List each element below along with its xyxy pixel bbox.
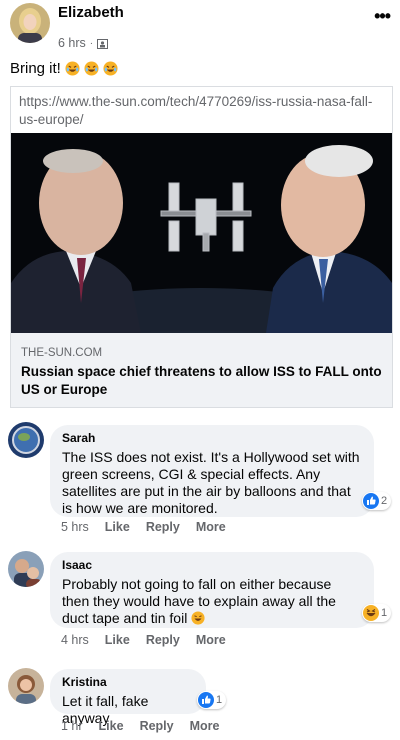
comment-bubble[interactable]: Isaac Probably not going to fall on eith… xyxy=(50,552,374,628)
reaction-badge[interactable]: 2 xyxy=(362,492,392,510)
post-body-text: Bring it! xyxy=(10,60,61,77)
comment-bubble[interactable]: Kristina Let it fall, fake anyway xyxy=(50,669,206,726)
link-preview-card[interactable]: https://www.the-sun.com/tech/4770269/iss… xyxy=(10,86,393,408)
post-meta: 6 hrs · xyxy=(58,36,109,50)
commenter-avatar[interactable] xyxy=(8,668,44,704)
haha-reaction-icon xyxy=(363,605,379,621)
laughing-emoji-icon xyxy=(191,611,206,626)
more-button[interactable]: More xyxy=(196,633,226,647)
commenter-name[interactable]: Sarah xyxy=(62,431,362,445)
like-reaction-icon xyxy=(363,493,379,509)
link-domain: THE-SUN.COM xyxy=(21,347,103,359)
meta-separator: · xyxy=(89,37,94,49)
more-horizontal-icon[interactable]: ••• xyxy=(374,6,391,27)
rofl-emoji-icon xyxy=(103,61,118,76)
more-button[interactable]: More xyxy=(196,520,226,534)
link-url[interactable]: https://www.the-sun.com/tech/4770269/iss… xyxy=(11,87,392,133)
comment-text: The ISS does not exist. It's a Hollywood… xyxy=(62,449,360,516)
link-preview-image[interactable] xyxy=(11,133,392,333)
reaction-count: 1 xyxy=(381,607,388,619)
post-header: Elizabeth 6 hrs · ••• xyxy=(0,0,400,56)
comment-text: Probably not going to fall on either bec… xyxy=(62,576,362,627)
reply-button[interactable]: Reply xyxy=(140,719,174,733)
rofl-emoji-icon xyxy=(65,61,80,76)
reply-button[interactable]: Reply xyxy=(146,633,180,647)
comment-time: 1 hr xyxy=(61,719,83,733)
post-author-name[interactable]: Elizabeth xyxy=(58,4,124,21)
reaction-count: 2 xyxy=(381,495,388,507)
reaction-badge[interactable]: 1 xyxy=(197,691,227,709)
like-reaction-icon xyxy=(198,692,214,708)
commenter-avatar[interactable] xyxy=(8,422,44,458)
like-button[interactable]: Like xyxy=(99,719,124,733)
comment-actions: 4 hrs Like Reply More xyxy=(61,633,226,647)
like-button[interactable]: Like xyxy=(105,520,130,534)
reaction-count: 1 xyxy=(216,694,223,706)
comment-bubble[interactable]: Sarah The ISS does not exist. It's a Hol… xyxy=(50,425,374,517)
comment-time: 4 hrs xyxy=(61,633,89,647)
reaction-badge[interactable]: 1 xyxy=(362,604,392,622)
comment-actions: 5 hrs Like Reply More xyxy=(61,520,226,534)
like-button[interactable]: Like xyxy=(105,633,130,647)
commenter-avatar[interactable] xyxy=(8,551,44,587)
post-text: Bring it! xyxy=(10,60,118,77)
author-avatar[interactable] xyxy=(10,3,50,43)
commenter-name[interactable]: Isaac xyxy=(62,558,362,572)
rofl-emoji-icon xyxy=(84,61,99,76)
link-title[interactable]: Russian space chief threatens to allow I… xyxy=(21,363,386,399)
reply-button[interactable]: Reply xyxy=(146,520,180,534)
more-button[interactable]: More xyxy=(190,719,220,733)
comment-time: 5 hrs xyxy=(61,520,89,534)
friends-audience-icon xyxy=(97,38,109,49)
post-time[interactable]: 6 hrs xyxy=(58,36,86,50)
comment-actions: 1 hr Like Reply More xyxy=(61,719,219,733)
commenter-name[interactable]: Kristina xyxy=(62,675,194,689)
